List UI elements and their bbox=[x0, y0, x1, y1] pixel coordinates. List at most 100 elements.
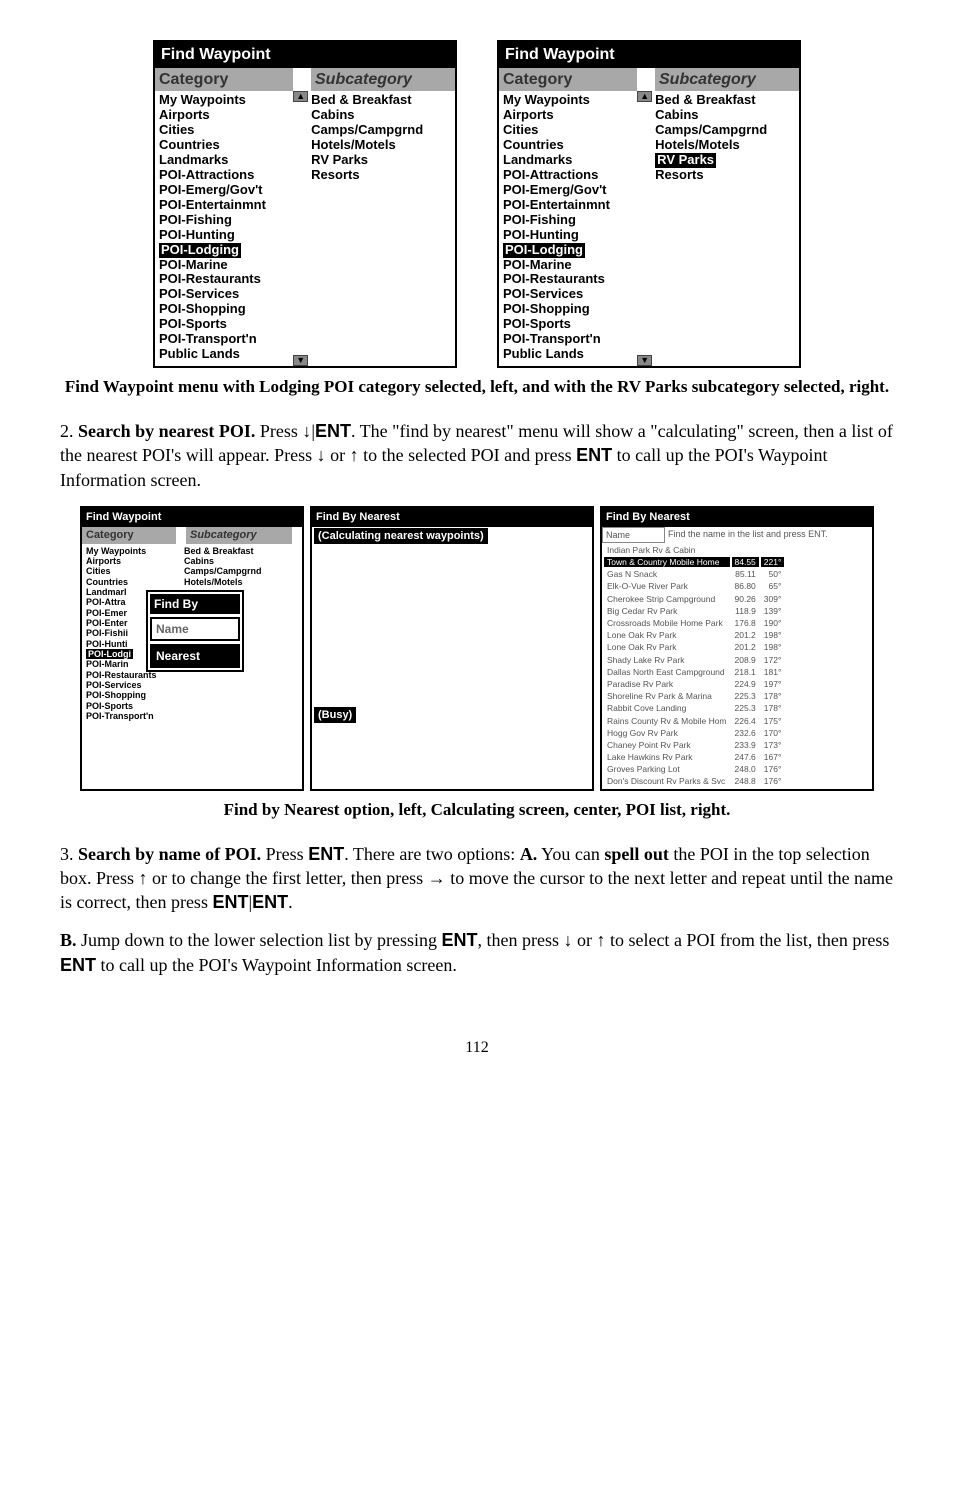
list-item[interactable]: POI-Services bbox=[503, 287, 633, 302]
scroll-up-icon[interactable]: ▲ bbox=[293, 91, 308, 102]
list-item[interactable]: Countries bbox=[503, 138, 633, 153]
list-item[interactable]: POI-Restaurants bbox=[503, 272, 633, 287]
table-row[interactable]: Don's Discount Rv Parks & Svc248.8176° bbox=[604, 776, 784, 786]
calculating-status: (Calculating nearest waypoints) bbox=[314, 528, 488, 544]
list-item[interactable]: My Waypoints bbox=[86, 546, 176, 556]
list-item[interactable]: Cabins bbox=[655, 108, 795, 123]
list-item[interactable]: Landmarks bbox=[159, 153, 289, 168]
category-list[interactable]: My WaypointsAirportsCitiesCountriesLandm… bbox=[499, 91, 637, 366]
list-item[interactable]: Hotels/Motels bbox=[184, 577, 262, 587]
list-item[interactable]: POI-Shopping bbox=[86, 690, 176, 700]
list-item[interactable]: POI-Fishing bbox=[159, 213, 289, 228]
list-item[interactable]: Public Lands bbox=[503, 347, 633, 362]
list-item[interactable]: My Waypoints bbox=[159, 93, 289, 108]
list-item[interactable]: Cities bbox=[159, 123, 289, 138]
list-item[interactable]: POI-Transport'n bbox=[86, 711, 176, 721]
list-item[interactable]: POI-Services bbox=[86, 680, 176, 690]
list-item[interactable]: POI-Services bbox=[159, 287, 289, 302]
list-item[interactable]: POI-Sports bbox=[503, 317, 633, 332]
table-row[interactable]: Hogg Gov Rv Park232.6170° bbox=[604, 728, 784, 738]
list-item[interactable]: Landmarks bbox=[503, 153, 633, 168]
list-item[interactable]: POI-Marine bbox=[503, 258, 633, 273]
table-row[interactable]: Gas N Snack85.1150° bbox=[604, 569, 784, 579]
list-item[interactable]: Camps/Campgrnd bbox=[655, 123, 795, 138]
list-item[interactable]: Camps/Campgrnd bbox=[184, 566, 262, 576]
table-row[interactable]: Rains County Rv & Mobile Hom226.4175° bbox=[604, 716, 784, 726]
list-item[interactable]: Cities bbox=[503, 123, 633, 138]
page-number: 112 bbox=[60, 1037, 894, 1059]
table-row[interactable]: Lone Oak Rv Park201.2198° bbox=[604, 642, 784, 652]
list-item[interactable]: My Waypoints bbox=[503, 93, 633, 108]
table-row[interactable]: Big Cedar Rv Park118.9139° bbox=[604, 606, 784, 616]
scroll-down-icon[interactable]: ▼ bbox=[293, 355, 308, 366]
list-item[interactable]: POI-Lodging bbox=[159, 243, 241, 258]
list-item[interactable]: Bed & Breakfast bbox=[184, 546, 262, 556]
popup-title: Find By bbox=[150, 594, 240, 614]
table-row[interactable]: Shady Lake Rv Park208.9172° bbox=[604, 655, 784, 665]
list-item[interactable]: POI-Transport'n bbox=[503, 332, 633, 347]
list-item[interactable]: POI-Emerg/Gov't bbox=[159, 183, 289, 198]
table-row[interactable]: Shoreline Rv Park & Marina225.3178° bbox=[604, 691, 784, 701]
list-item[interactable]: POI-Shopping bbox=[159, 302, 289, 317]
subcategory-header: Subcategory bbox=[186, 527, 292, 544]
list-item[interactable]: POI-Transport'n bbox=[159, 332, 289, 347]
list-item[interactable]: POI-Shopping bbox=[503, 302, 633, 317]
list-item[interactable]: POI-Marine bbox=[159, 258, 289, 273]
list-item[interactable]: POI-Emerg/Gov't bbox=[503, 183, 633, 198]
list-item[interactable]: POI-Entertainmnt bbox=[503, 198, 633, 213]
list-item[interactable]: POI-Hunting bbox=[159, 228, 289, 243]
list-item[interactable]: POI-Lodging bbox=[503, 243, 585, 258]
list-item[interactable]: RV Parks bbox=[655, 153, 716, 168]
list-item[interactable]: Cities bbox=[86, 566, 176, 576]
list-item[interactable]: Countries bbox=[159, 138, 289, 153]
subcategory-list[interactable]: Bed & BreakfastCabinsCamps/CampgrndHotel… bbox=[651, 91, 799, 366]
popup-option-name[interactable]: Name bbox=[150, 617, 240, 641]
popup-option-nearest[interactable]: Nearest bbox=[150, 644, 240, 668]
list-item[interactable]: Hotels/Motels bbox=[655, 138, 795, 153]
name-field-label[interactable]: Name bbox=[602, 527, 665, 543]
table-row[interactable]: Crossroads Mobile Home Park176.8190° bbox=[604, 618, 784, 628]
list-item[interactable]: Airports bbox=[159, 108, 289, 123]
list-item[interactable]: Resorts bbox=[311, 168, 451, 183]
scroll-down-icon[interactable]: ▼ bbox=[637, 355, 652, 366]
list-item[interactable]: POI-Fishing bbox=[503, 213, 633, 228]
category-list[interactable]: My WaypointsAirportsCitiesCountriesLandm… bbox=[155, 91, 293, 366]
list-item[interactable]: POI-Lodgi bbox=[86, 649, 133, 659]
poi-results-table[interactable]: Indian Park Rv & Cabin Town & Country Mob… bbox=[602, 543, 786, 789]
table-row[interactable]: Rabbit Cove Landing225.3178° bbox=[604, 703, 784, 713]
table-row[interactable]: Cherokee Strip Campground90.26309° bbox=[604, 594, 784, 604]
list-item[interactable]: POI-Entertainmnt bbox=[159, 198, 289, 213]
table-row[interactable]: Paradise Rv Park224.9197° bbox=[604, 679, 784, 689]
list-item[interactable]: RV Parks bbox=[311, 153, 451, 168]
list-item[interactable]: Countries bbox=[86, 577, 176, 587]
list-item[interactable]: Camps/Campgrnd bbox=[311, 123, 451, 138]
list-item[interactable]: Resorts bbox=[655, 168, 795, 183]
list-item[interactable]: POI-Attractions bbox=[159, 168, 289, 183]
subcategory-list[interactable]: Bed & BreakfastCabinsCamps/CampgrndHotel… bbox=[307, 91, 455, 366]
list-item[interactable]: POI-Sports bbox=[159, 317, 289, 332]
list-item[interactable]: Public Lands bbox=[159, 347, 289, 362]
table-row[interactable]: Town & Country Mobile Home84.55221° bbox=[604, 557, 784, 567]
list-item[interactable]: Cabins bbox=[311, 108, 451, 123]
ent-key: ENT bbox=[60, 955, 96, 975]
table-row[interactable]: Elk-O-Vue River Park86.8065° bbox=[604, 581, 784, 591]
list-item[interactable]: POI-Hunting bbox=[503, 228, 633, 243]
list-item[interactable]: Airports bbox=[503, 108, 633, 123]
list-item[interactable]: Bed & Breakfast bbox=[655, 93, 795, 108]
list-item[interactable]: POI-Attractions bbox=[503, 168, 633, 183]
table-row[interactable]: Dallas North East Campground218.1181° bbox=[604, 667, 784, 677]
window-title: Find By Nearest bbox=[312, 508, 592, 527]
table-row[interactable]: Indian Park Rv & Cabin bbox=[604, 545, 784, 555]
scroll-up-icon[interactable]: ▲ bbox=[637, 91, 652, 102]
table-row[interactable]: Lake Hawkins Rv Park247.6167° bbox=[604, 752, 784, 762]
list-item[interactable]: Cabins bbox=[184, 556, 262, 566]
table-row[interactable]: Lone Oak Rv Park201.2198° bbox=[604, 630, 784, 640]
list-item[interactable]: Hotels/Motels bbox=[311, 138, 451, 153]
table-row[interactable]: Chaney Point Rv Park233.9173° bbox=[604, 740, 784, 750]
table-row[interactable]: Groves Parking Lot248.0176° bbox=[604, 764, 784, 774]
list-item[interactable]: POI-Sports bbox=[86, 701, 176, 711]
list-item[interactable]: POI-Restaurants bbox=[159, 272, 289, 287]
list-item[interactable]: Airports bbox=[86, 556, 176, 566]
paragraph-step-2: 2. Search by nearest POI. Press ↓|ENT. T… bbox=[60, 419, 894, 492]
list-item[interactable]: Bed & Breakfast bbox=[311, 93, 451, 108]
